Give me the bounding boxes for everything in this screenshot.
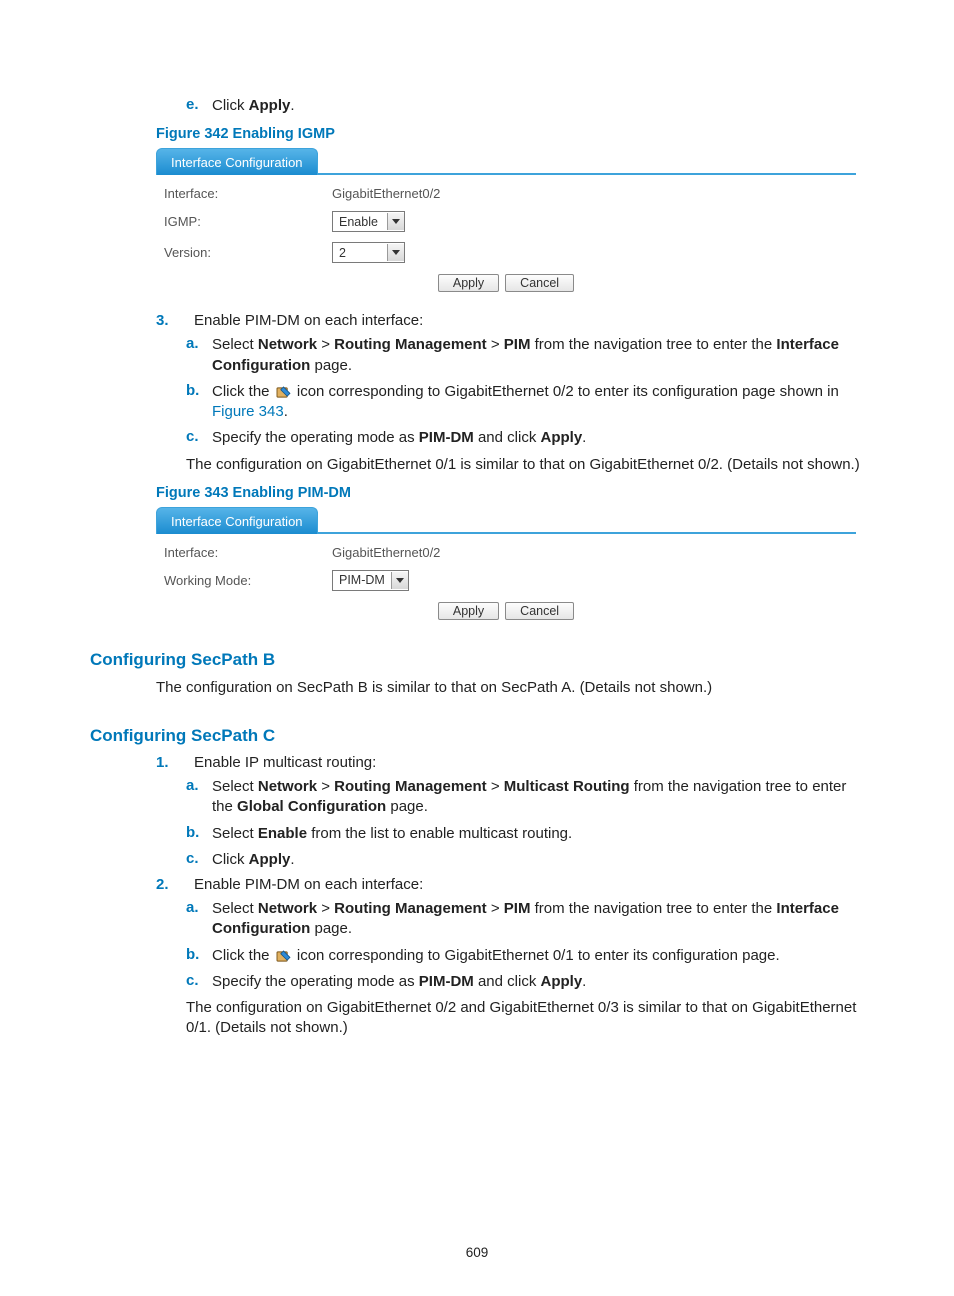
working-mode-label: Working Mode: <box>156 573 332 588</box>
substep-letter: e. <box>186 96 212 116</box>
igmp-select-value: Enable <box>333 215 387 229</box>
figure-343-caption: Figure 343 Enabling PIM-DM <box>156 485 864 501</box>
form-body: Interface: GigabitEthernet0/2 IGMP: Enab… <box>156 175 856 294</box>
version-label: Version: <box>156 245 332 260</box>
form-body: Interface: GigabitEthernet0/2 Working Mo… <box>156 534 856 622</box>
igmp-label: IGMP: <box>156 214 332 229</box>
secC-s2-a: a. Select Network > Routing Management >… <box>186 899 864 940</box>
row-version: Version: 2 <box>156 237 856 268</box>
chevron-down-icon <box>392 219 400 224</box>
heading-secpath-c: Configuring SecPath C <box>90 726 864 746</box>
tab-row: Interface Configuration <box>156 148 856 175</box>
button-row: Apply Cancel <box>156 596 856 622</box>
apply-button[interactable]: Apply <box>438 602 499 620</box>
secC-s1-c: c. Click Apply. <box>186 850 864 870</box>
cancel-button[interactable]: Cancel <box>505 602 574 620</box>
tab-interface-config[interactable]: Interface Configuration <box>156 507 318 534</box>
figure-342: Interface Configuration Interface: Gigab… <box>156 148 856 294</box>
working-mode-select[interactable]: PIM-DM <box>332 570 409 591</box>
step3-note: The configuration on GigabitEthernet 0/1… <box>186 455 864 475</box>
secC-s1-b: b. Select Enable from the list to enable… <box>186 824 864 844</box>
row-interface: Interface: GigabitEthernet0/2 <box>156 540 856 565</box>
figure-343-link[interactable]: Figure 343 <box>212 403 284 420</box>
chevron-down-icon <box>392 250 400 255</box>
step3-a: a. Select Network > Routing Management >… <box>186 335 864 376</box>
step3-b: b. Click the icon corresponding to Gigab… <box>186 382 864 423</box>
secC-step2: 2. Enable PIM-DM on each interface: <box>156 876 864 893</box>
apply-button[interactable]: Apply <box>438 274 499 292</box>
row-igmp: IGMP: Enable <box>156 206 856 237</box>
version-select-value: 2 <box>333 246 387 260</box>
row-interface: Interface: GigabitEthernet0/2 <box>156 181 856 206</box>
figure-343: Interface Configuration Interface: Gigab… <box>156 507 856 622</box>
secC-s2-note: The configuration on GigabitEthernet 0/2… <box>186 998 864 1039</box>
substep-text: Click Apply. <box>212 96 864 116</box>
tab-interface-config[interactable]: Interface Configuration <box>156 148 318 175</box>
dropdown-button-icon[interactable] <box>387 213 404 230</box>
heading-secpath-b: Configuring SecPath B <box>90 650 864 670</box>
page-number: 609 <box>0 1245 954 1260</box>
secC-s2-c: c. Specify the operating mode as PIM-DM … <box>186 972 864 992</box>
button-row: Apply Cancel <box>156 268 856 294</box>
working-mode-value: PIM-DM <box>333 573 391 587</box>
secC-step1: 1. Enable IP multicast routing: <box>156 754 864 771</box>
secC-s2-b: b. Click the icon corresponding to Gigab… <box>186 946 864 966</box>
interface-value: GigabitEthernet0/2 <box>332 545 440 560</box>
secC-s1-a: a. Select Network > Routing Management >… <box>186 777 864 818</box>
interface-value: GigabitEthernet0/2 <box>332 186 440 201</box>
version-select[interactable]: 2 <box>332 242 405 263</box>
figure-342-caption: Figure 342 Enabling IGMP <box>156 126 864 142</box>
edit-icon <box>276 385 291 398</box>
igmp-select[interactable]: Enable <box>332 211 405 232</box>
interface-label: Interface: <box>156 545 332 560</box>
dropdown-button-icon[interactable] <box>387 244 404 261</box>
step-3: 3. Enable PIM-DM on each interface: <box>156 312 864 329</box>
edit-icon <box>276 949 291 962</box>
row-working-mode: Working Mode: PIM-DM <box>156 565 856 596</box>
cancel-button[interactable]: Cancel <box>505 274 574 292</box>
step-number: 3. <box>156 312 194 329</box>
step-text: Enable PIM-DM on each interface: <box>194 312 864 329</box>
tab-row: Interface Configuration <box>156 507 856 534</box>
secpath-b-text: The configuration on SecPath B is simila… <box>156 678 864 698</box>
step3-c: c. Specify the operating mode as PIM-DM … <box>186 428 864 448</box>
dropdown-button-icon[interactable] <box>391 572 408 589</box>
substep-e: e. Click Apply. <box>186 96 864 116</box>
interface-label: Interface: <box>156 186 332 201</box>
chevron-down-icon <box>396 578 404 583</box>
